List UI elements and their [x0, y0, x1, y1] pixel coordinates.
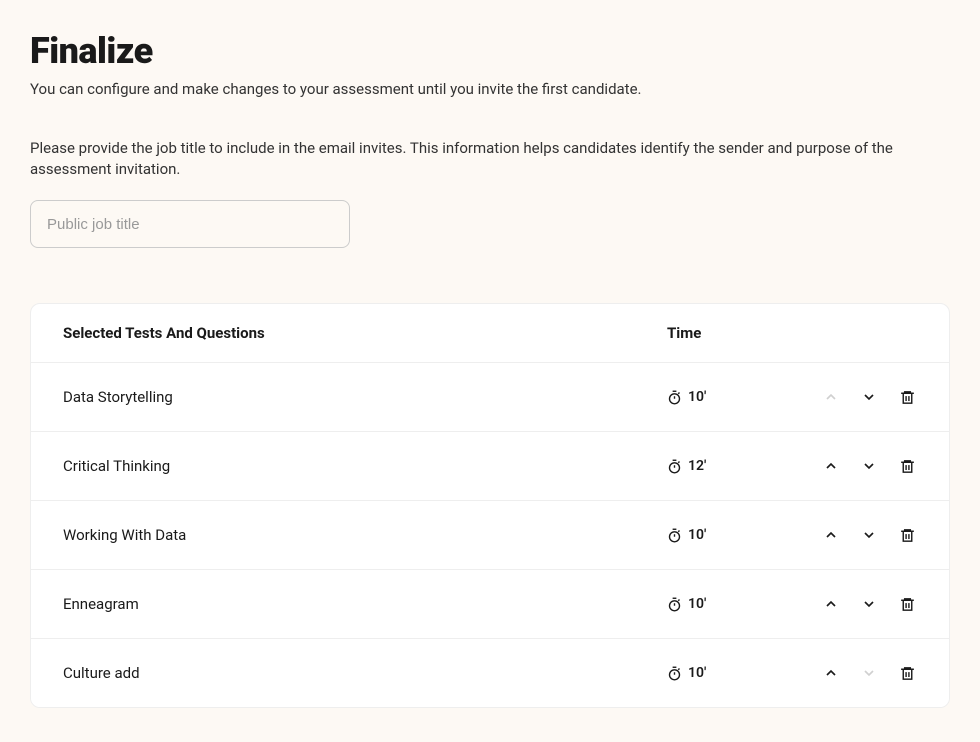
move-down-button[interactable]: [859, 525, 879, 545]
table-row: Working With Data 10': [31, 501, 949, 570]
move-up-button[interactable]: [821, 594, 841, 614]
table-header: Selected Tests And Questions Time: [31, 304, 949, 363]
row-time: 10': [667, 665, 797, 681]
row-time-value: 10': [688, 665, 706, 681]
timer-icon: [667, 459, 682, 474]
delete-button[interactable]: [897, 663, 917, 683]
timer-icon: [667, 666, 682, 681]
row-time-value: 10': [688, 527, 706, 543]
row-actions: [797, 663, 917, 683]
move-down-button[interactable]: [859, 456, 879, 476]
table-row: Culture add 10': [31, 639, 949, 707]
table-row: Enneagram 10': [31, 570, 949, 639]
delete-button[interactable]: [897, 525, 917, 545]
row-time-value: 10': [688, 596, 706, 612]
page-title: Finalize: [30, 30, 950, 72]
move-down-button[interactable]: [859, 387, 879, 407]
section-description: Please provide the job title to include …: [30, 138, 910, 180]
row-time: 10': [667, 596, 797, 612]
table-row: Data Storytelling 10': [31, 363, 949, 432]
move-down-button: [859, 663, 879, 683]
row-actions: [797, 594, 917, 614]
timer-icon: [667, 390, 682, 405]
timer-icon: [667, 528, 682, 543]
row-name: Critical Thinking: [63, 457, 667, 475]
move-up-button[interactable]: [821, 456, 841, 476]
row-name: Enneagram: [63, 595, 667, 613]
row-time-value: 12': [688, 458, 706, 474]
row-actions: [797, 387, 917, 407]
public-job-title-input[interactable]: [30, 200, 350, 248]
move-up-button[interactable]: [821, 525, 841, 545]
table-header-name: Selected Tests And Questions: [63, 324, 667, 342]
row-name: Data Storytelling: [63, 388, 667, 406]
move-up-button: [821, 387, 841, 407]
row-actions: [797, 456, 917, 476]
row-time: 12': [667, 458, 797, 474]
timer-icon: [667, 597, 682, 612]
page-subtitle: You can configure and make changes to yo…: [30, 80, 950, 98]
tests-table: Selected Tests And Questions Time Data S…: [30, 303, 950, 708]
delete-button[interactable]: [897, 594, 917, 614]
row-name: Culture add: [63, 664, 667, 682]
table-header-time: Time: [667, 324, 917, 342]
table-row: Critical Thinking 12': [31, 432, 949, 501]
delete-button[interactable]: [897, 456, 917, 476]
delete-button[interactable]: [897, 387, 917, 407]
row-time: 10': [667, 389, 797, 405]
row-time: 10': [667, 527, 797, 543]
move-up-button[interactable]: [821, 663, 841, 683]
row-time-value: 10': [688, 389, 706, 405]
row-name: Working With Data: [63, 526, 667, 544]
row-actions: [797, 525, 917, 545]
move-down-button[interactable]: [859, 594, 879, 614]
